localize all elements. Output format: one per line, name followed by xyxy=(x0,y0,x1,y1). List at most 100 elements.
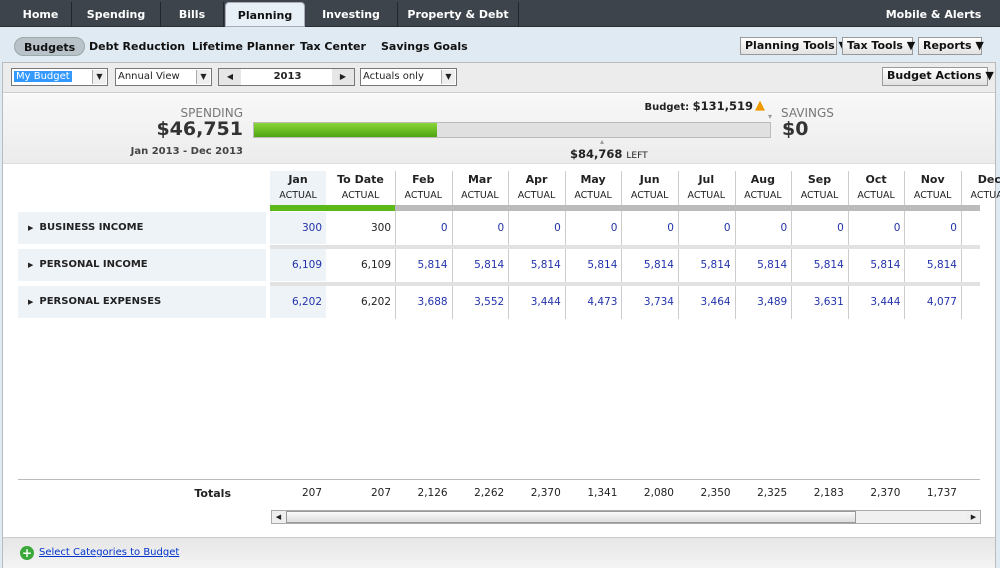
cell-value: 6,202 xyxy=(360,296,391,308)
cell-value[interactable]: 0 xyxy=(565,212,622,244)
cell-value[interactable]: 5,814 xyxy=(621,249,678,281)
cell-value[interactable]: 0 xyxy=(508,212,565,244)
budget-total: Budget: $131,519 xyxy=(603,99,754,113)
cell-value[interactable]: 5,814 xyxy=(735,249,792,281)
column-header-mar[interactable]: Mar ACTUAL xyxy=(452,171,509,207)
row-business-income[interactable]: ▶ BUSINESS INCOME xyxy=(18,212,266,244)
tab-planning[interactable]: Planning xyxy=(225,2,305,27)
cell-value[interactable]: 4,077 xyxy=(904,286,961,318)
row-personal-expenses[interactable]: ▶ PERSONAL EXPENSES xyxy=(18,286,266,318)
filter-select[interactable]: Actuals only ▼ xyxy=(360,68,457,86)
cell-value[interactable]: 5,814 xyxy=(452,249,509,281)
expand-triangle-icon[interactable]: ▶ xyxy=(28,298,33,306)
cell-value[interactable]: 3,464 xyxy=(678,286,735,318)
budget-actions-label: Budget Actions xyxy=(887,69,982,82)
column-month: Mar xyxy=(467,173,492,186)
cell-value[interactable]: 3,489 xyxy=(735,286,792,318)
total-value: 2,325 xyxy=(757,487,788,499)
tab-home[interactable]: Home xyxy=(10,2,72,27)
scroll-right-button[interactable]: ▶ xyxy=(967,511,980,523)
column-header-aug[interactable]: Aug ACTUAL xyxy=(735,171,792,207)
column-header-feb[interactable]: Feb ACTUAL xyxy=(395,171,452,207)
column-header-dec[interactable]: Dec ACTUAL xyxy=(961,171,1000,207)
subnav-budgets[interactable]: Budgets xyxy=(14,37,86,56)
add-icon: + xyxy=(20,546,34,560)
select-categories-link[interactable]: Select Categories to Budget xyxy=(39,547,179,558)
total-value: 2,370 xyxy=(870,487,901,499)
reports-label: Reports xyxy=(923,39,972,52)
cell-value[interactable]: 0 xyxy=(621,212,678,244)
column-header-sep[interactable]: Sep ACTUAL xyxy=(791,171,848,207)
cell-value[interactable]: 0 xyxy=(791,212,848,244)
column-month: Apr xyxy=(525,173,548,186)
column-header-apr[interactable]: Apr ACTUAL xyxy=(508,171,565,207)
total-value: 1,737 xyxy=(926,487,957,499)
total-value: 2,126 xyxy=(417,487,448,499)
column-header-to-date[interactable]: To Date ACTUAL xyxy=(326,171,395,207)
footer-bar: + Select Categories to Budget xyxy=(3,537,995,568)
warning-triangle-icon[interactable]: ▲ xyxy=(755,98,765,113)
cell-value[interactable]: 0 xyxy=(904,212,961,244)
budget-select[interactable]: My Budget ▼ xyxy=(11,68,108,86)
cell-value[interactable]: 5,814 xyxy=(678,249,735,281)
cell-value[interactable]: 300 xyxy=(270,212,326,244)
total-value: 2,262 xyxy=(474,487,505,499)
column-header-jan[interactable]: Jan ACTUAL xyxy=(270,171,326,207)
column-header-may[interactable]: May ACTUAL xyxy=(565,171,622,207)
cell-value[interactable]: 5,814 xyxy=(848,249,905,281)
cell-value[interactable]: 6,109 xyxy=(270,249,326,281)
total-value: 2,080 xyxy=(643,487,674,499)
cell-value[interactable]: 3,688 xyxy=(395,286,452,318)
cell-value[interactable]: 6,202 xyxy=(270,286,326,318)
tab-mobile-alerts[interactable]: Mobile & Alerts xyxy=(880,2,987,27)
column-header-nov[interactable]: Nov ACTUAL xyxy=(904,171,961,207)
column-type: ACTUAL xyxy=(744,190,782,201)
expand-triangle-icon[interactable]: ▶ xyxy=(28,261,33,269)
reports-button[interactable]: Reports ▼ xyxy=(918,37,984,55)
tab-investing[interactable]: Investing xyxy=(305,2,398,27)
view-select[interactable]: Annual View ▼ xyxy=(115,68,212,86)
tab-spending[interactable]: Spending xyxy=(72,2,161,27)
subnav-tax-center[interactable]: Tax Center xyxy=(300,37,366,56)
subnav-lifetime-planner[interactable]: Lifetime Planner xyxy=(192,37,295,56)
prev-year-button[interactable]: ◀ xyxy=(219,69,241,85)
year-stepper: ◀ 2013 ▶ xyxy=(218,68,355,86)
spending-summary: SPENDING $46,751 Jan 2013 - Dec 2013 Bud… xyxy=(3,94,995,164)
horizontal-scrollbar[interactable]: ◀ ▶ xyxy=(271,510,981,524)
row-personal-income[interactable]: ▶ PERSONAL INCOME xyxy=(18,249,266,281)
expand-triangle-icon[interactable]: ▶ xyxy=(28,224,33,232)
cell-value[interactable]: 5,814 xyxy=(395,249,452,281)
cell-value[interactable]: 5,814 xyxy=(508,249,565,281)
column-header-jun[interactable]: Jun ACTUAL xyxy=(621,171,678,207)
planning-tools-button[interactable]: Planning Tools ▼ xyxy=(740,37,847,55)
cell-value[interactable]: 5,814 xyxy=(565,249,622,281)
subnav-savings-goals[interactable]: Savings Goals xyxy=(381,37,468,56)
tab-bills[interactable]: Bills xyxy=(161,2,224,27)
cell-value[interactable]: 4,473 xyxy=(565,286,622,318)
column-header-oct[interactable]: Oct ACTUAL xyxy=(848,171,905,207)
cell-value[interactable]: 3,734 xyxy=(621,286,678,318)
next-year-button[interactable]: ▶ xyxy=(332,69,354,85)
subnav-debt-reduction[interactable]: Debt Reduction xyxy=(89,37,185,56)
cell-value[interactable]: 0 xyxy=(848,212,905,244)
tab-property-debt[interactable]: Property & Debt xyxy=(398,2,519,27)
left-label: LEFT xyxy=(626,151,648,161)
tax-tools-button[interactable]: Tax Tools ▼ xyxy=(842,37,915,55)
cell-value[interactable]: 3,552 xyxy=(452,286,509,318)
cell-value[interactable]: 0 xyxy=(678,212,735,244)
column-header-jul[interactable]: Jul ACTUAL xyxy=(678,171,735,207)
cell-value[interactable]: 0 xyxy=(395,212,452,244)
cell-value[interactable]: 5,814 xyxy=(904,249,961,281)
cell-value[interactable]: 0 xyxy=(452,212,509,244)
cell-value[interactable]: 3,444 xyxy=(848,286,905,318)
scrollbar-thumb[interactable] xyxy=(286,511,856,523)
cell-value: 6,109 xyxy=(360,259,391,271)
cell-value[interactable]: 0 xyxy=(735,212,792,244)
budget-actions-button[interactable]: Budget Actions ▼ xyxy=(882,67,994,86)
scroll-left-button[interactable]: ◀ xyxy=(272,511,285,523)
filter-select-value: Actuals only xyxy=(363,71,424,82)
cell-value[interactable]: 5,814 xyxy=(791,249,848,281)
cell-value[interactable]: 3,444 xyxy=(508,286,565,318)
column-month: Jun xyxy=(639,173,660,186)
cell-value[interactable]: 3,631 xyxy=(791,286,848,318)
